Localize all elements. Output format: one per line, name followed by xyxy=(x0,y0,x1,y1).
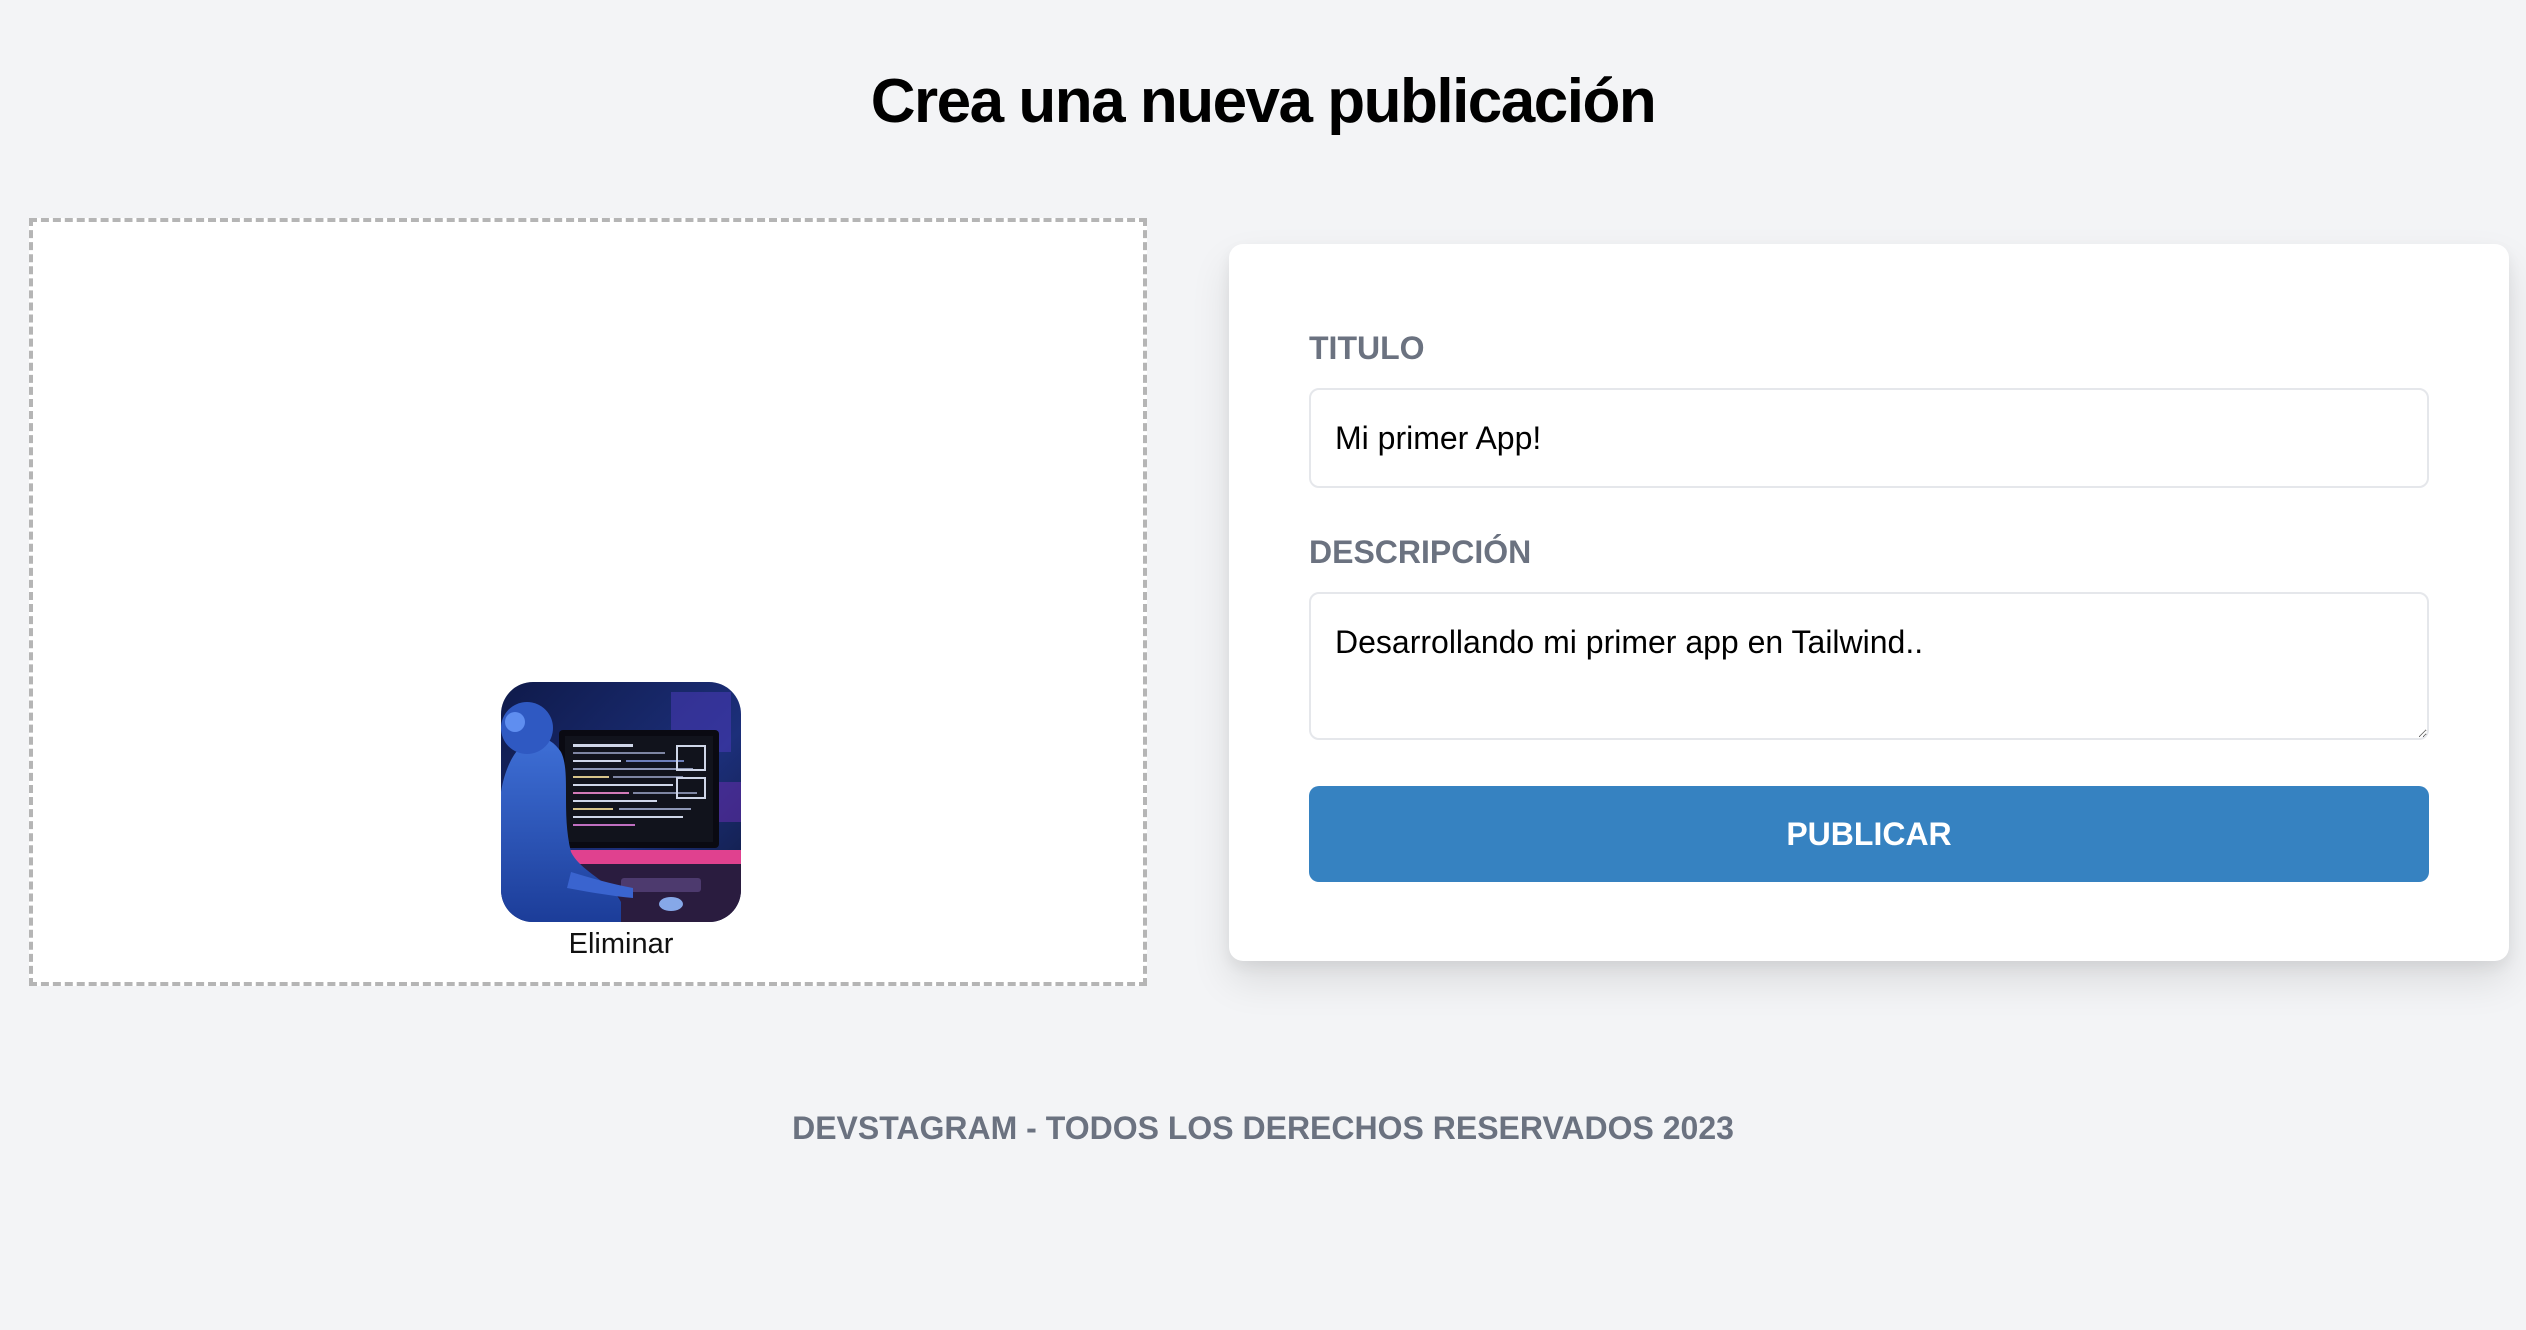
uploaded-image-preview xyxy=(501,682,741,922)
page-title: Crea una nueva publicación xyxy=(870,67,1657,136)
footer-copyright: DEVSTAGRAM - TODOS LOS DERECHOS RESERVAD… xyxy=(792,1110,1734,1146)
description-textarea[interactable]: Desarrollando mi primer app en Tailwind.… xyxy=(1309,592,2429,740)
publish-button[interactable]: Publicar xyxy=(1309,786,2429,882)
title-label: Titulo xyxy=(1309,330,1425,366)
post-form: Titulo Descripción Desarrollando mi prim… xyxy=(1229,244,2509,961)
remove-image-button[interactable]: Eliminar xyxy=(521,926,721,962)
image-dropzone[interactable]: Eliminar xyxy=(29,218,1147,986)
title-input[interactable] xyxy=(1309,388,2429,488)
description-label: Descripción xyxy=(1309,534,1532,570)
